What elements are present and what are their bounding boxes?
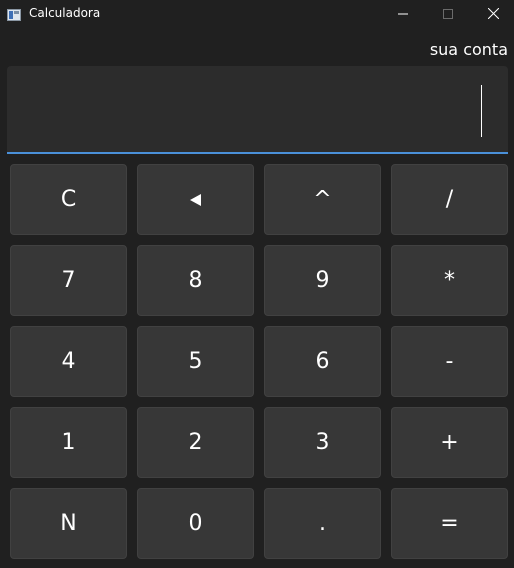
minimize-icon — [398, 4, 408, 23]
digit-3-button[interactable]: 3 — [264, 407, 381, 478]
digit-4-button[interactable]: 4 — [10, 326, 127, 397]
subtract-button[interactable]: - — [391, 326, 508, 397]
maximize-button[interactable] — [426, 0, 470, 26]
text-caret — [481, 85, 482, 137]
minimize-button[interactable] — [381, 0, 425, 26]
title-bar[interactable]: Calculadora — [0, 0, 514, 26]
backspace-icon — [190, 187, 201, 212]
power-button[interactable]: ^ — [264, 164, 381, 235]
digit-0-button[interactable]: 0 — [137, 488, 254, 559]
close-icon — [487, 4, 499, 23]
calculator-window: Calculadora sua conta C ^ / 7 8 9 * 4 5 … — [0, 0, 514, 568]
multiply-button[interactable]: * — [391, 245, 508, 316]
maximize-icon — [443, 4, 453, 23]
calculator-display[interactable] — [7, 66, 508, 154]
divide-button[interactable]: / — [391, 164, 508, 235]
digit-5-button[interactable]: 5 — [137, 326, 254, 397]
digit-8-button[interactable]: 8 — [137, 245, 254, 316]
window-title: Calculadora — [29, 6, 101, 20]
close-button[interactable] — [471, 0, 514, 26]
keypad: C ^ / 7 8 9 * 4 5 6 - 1 2 3 + N 0 . = — [10, 164, 508, 559]
digit-7-button[interactable]: 7 — [10, 245, 127, 316]
digit-9-button[interactable]: 9 — [264, 245, 381, 316]
digit-1-button[interactable]: 1 — [10, 407, 127, 478]
digit-2-button[interactable]: 2 — [137, 407, 254, 478]
account-label: sua conta — [429, 40, 508, 59]
decimal-button[interactable]: . — [264, 488, 381, 559]
add-button[interactable]: + — [391, 407, 508, 478]
equals-button[interactable]: = — [391, 488, 508, 559]
digit-6-button[interactable]: 6 — [264, 326, 381, 397]
calculator-app-icon — [7, 6, 21, 21]
negate-button[interactable]: N — [10, 488, 127, 559]
clear-button[interactable]: C — [10, 164, 127, 235]
backspace-button[interactable] — [137, 164, 254, 235]
